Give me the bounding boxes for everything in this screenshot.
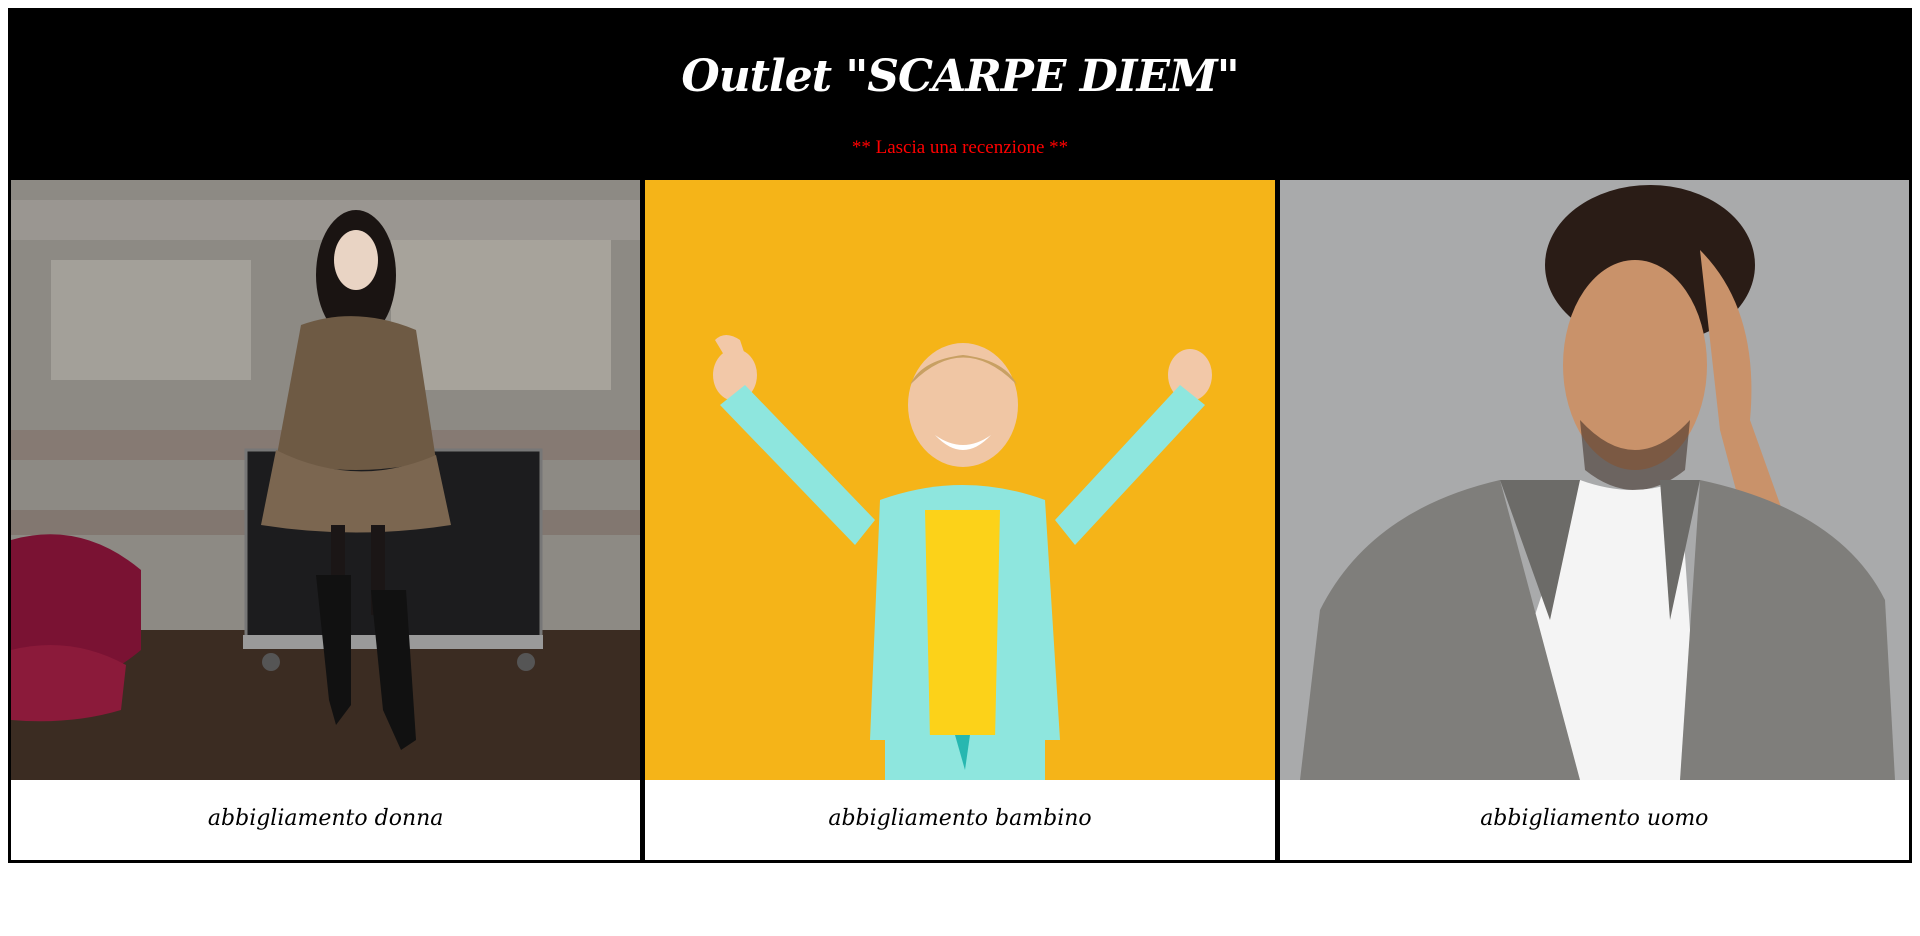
page-frame: Outlet "SCARPE DIEM" ** Lascia una recen… [8,8,1912,863]
page-title: Outlet "SCARPE DIEM" [681,51,1239,102]
category-card-uomo[interactable]: abbigliamento uomo [1279,180,1909,860]
category-card-bambino[interactable]: abbigliamento bambino [645,180,1275,860]
child-photo [645,180,1275,780]
category-card-donna[interactable]: abbigliamento donna [11,180,641,860]
header: Outlet "SCARPE DIEM" ** Lascia una recen… [11,11,1909,180]
card-caption: abbigliamento donna [207,806,444,831]
card-caption: abbigliamento uomo [1480,806,1709,831]
card-caption: abbigliamento bambino [828,806,1092,831]
woman-photo [11,180,641,780]
review-link[interactable]: ** Lascia una recenzione ** [11,137,1909,159]
category-cards: abbigliamento donna abbigliamento bambin… [11,180,1909,860]
man-photo [1279,180,1909,780]
